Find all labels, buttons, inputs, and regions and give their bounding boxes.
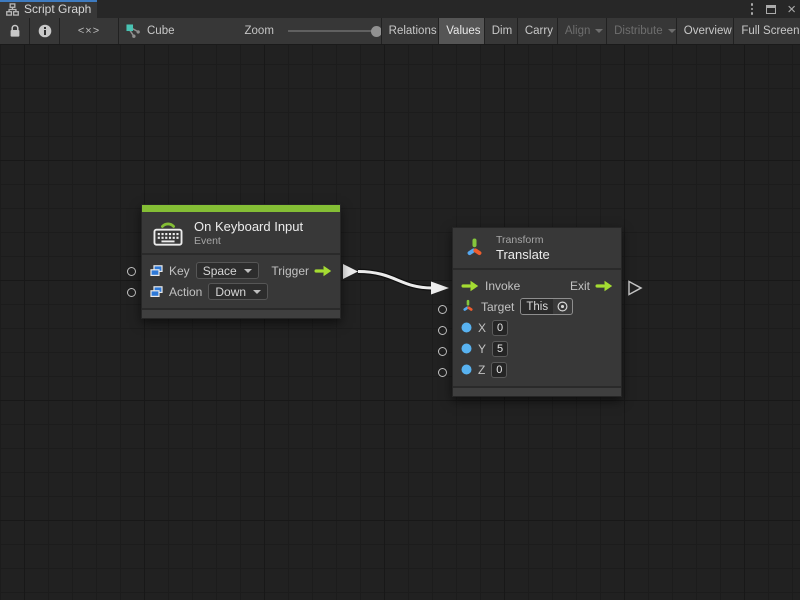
close-icon[interactable]: × [787,2,796,17]
event-node-subtitle: Event [194,235,303,247]
carry-button[interactable]: Carry [518,18,557,44]
port-action-input[interactable] [127,288,136,297]
overview-button[interactable]: Overview [677,18,734,44]
target-object-button[interactable]: This [520,298,573,315]
port-key-input[interactable] [127,267,136,276]
graph-toolbar: <×> Cube Zoom 1x Relations Values Dim Ca… [0,18,800,45]
translate-node-header: Transform Translate [453,228,621,270]
tab-bar: Script Graph × [0,0,800,18]
graph-canvas[interactable]: On Keyboard Input Event Key Space Trigge… [0,45,800,600]
x-row: X 0 [453,317,621,338]
relations-button[interactable]: Relations [382,18,439,44]
distribute-button[interactable]: Distribute [607,18,676,44]
value-port-dot [461,322,472,333]
target-label: Target [481,300,514,314]
code-icon: <×> [78,25,100,37]
action-label: Action [169,285,202,299]
key-label: Key [169,264,190,278]
action-row: Action Down [142,281,340,302]
trigger-label: Trigger [271,264,309,278]
target-row: Target This [453,296,621,317]
chevron-down-icon [244,269,252,273]
exit-output-port[interactable] [595,280,613,292]
port-y-input[interactable] [438,347,447,356]
script-graph-window: Script Graph × <×> Cube Zoom [0,0,800,600]
node-category: Transform [496,234,550,246]
key-row: Key Space Trigger [142,260,340,281]
invoke-input-port[interactable] [461,280,479,292]
invoke-label: Invoke [485,279,520,293]
event-node-header: On Keyboard Input Event [142,212,340,255]
y-value-field[interactable]: 5 [492,341,508,357]
transform-mini-icon [461,299,475,314]
wire-start-arrow [343,264,358,279]
lock-button[interactable] [0,18,29,44]
enum-icon [150,286,163,298]
zoom-slider[interactable] [288,30,380,32]
dim-button[interactable]: Dim [485,18,517,44]
trigger-output-port[interactable] [314,265,332,277]
action-dropdown[interactable]: Down [208,283,268,300]
graph-asset-icon [126,24,141,39]
enum-icon [150,265,163,277]
toolbar-context-segment: Cube Zoom 1x [119,18,381,44]
edit-source-button[interactable]: <×> [60,18,118,44]
info-button[interactable] [30,18,59,44]
info-icon [38,24,52,38]
graph-hierarchy-icon [6,3,19,16]
lock-icon [9,24,21,38]
values-button[interactable]: Values [439,18,483,44]
node-footer [142,308,340,318]
keyboard-icon [152,219,184,247]
zoom-label: Zoom [245,25,274,37]
event-accent-bar [142,205,340,212]
full-screen-button[interactable]: Full Screen [734,18,800,44]
object-picker-icon[interactable] [553,301,572,312]
x-value-field[interactable]: 0 [492,320,508,336]
key-dropdown[interactable]: Space [196,262,259,279]
align-button[interactable]: Align [558,18,606,44]
event-node[interactable]: On Keyboard Input Event Key Space Trigge… [141,204,341,319]
wire-end-arrow [431,282,449,295]
maximize-icon[interactable] [766,5,776,14]
target-object-name: Cube [147,25,175,37]
invoke-row: Invoke Exit [453,275,621,296]
chevron-down-icon [668,29,676,33]
z-value-field[interactable]: 0 [491,362,507,378]
node-footer [453,386,621,396]
exit-unconnected-arrow [629,282,641,295]
tab-script-graph[interactable]: Script Graph [0,0,97,18]
translate-node[interactable]: Transform Translate Invoke Exit [452,227,622,397]
connection-wire [0,45,800,600]
tab-title: Script Graph [24,2,91,16]
translate-node-title: Translate [496,247,550,262]
z-label: Z [478,363,485,377]
transform-icon [464,237,485,260]
window-menu-icon[interactable] [749,1,756,17]
chevron-down-icon [595,29,603,33]
port-target-input[interactable] [438,305,447,314]
x-label: X [478,321,486,335]
focused-tab-indicator [0,0,97,2]
port-x-input[interactable] [438,326,447,335]
event-node-title: On Keyboard Input [194,219,303,234]
zoom-slider-knob[interactable] [371,26,381,37]
exit-label: Exit [570,279,590,293]
port-z-input[interactable] [438,368,447,377]
chevron-down-icon [253,290,261,294]
value-port-dot [461,343,472,354]
z-row: Z 0 [453,359,621,380]
value-port-dot [461,364,472,375]
y-label: Y [478,342,486,356]
y-row: Y 5 [453,338,621,359]
